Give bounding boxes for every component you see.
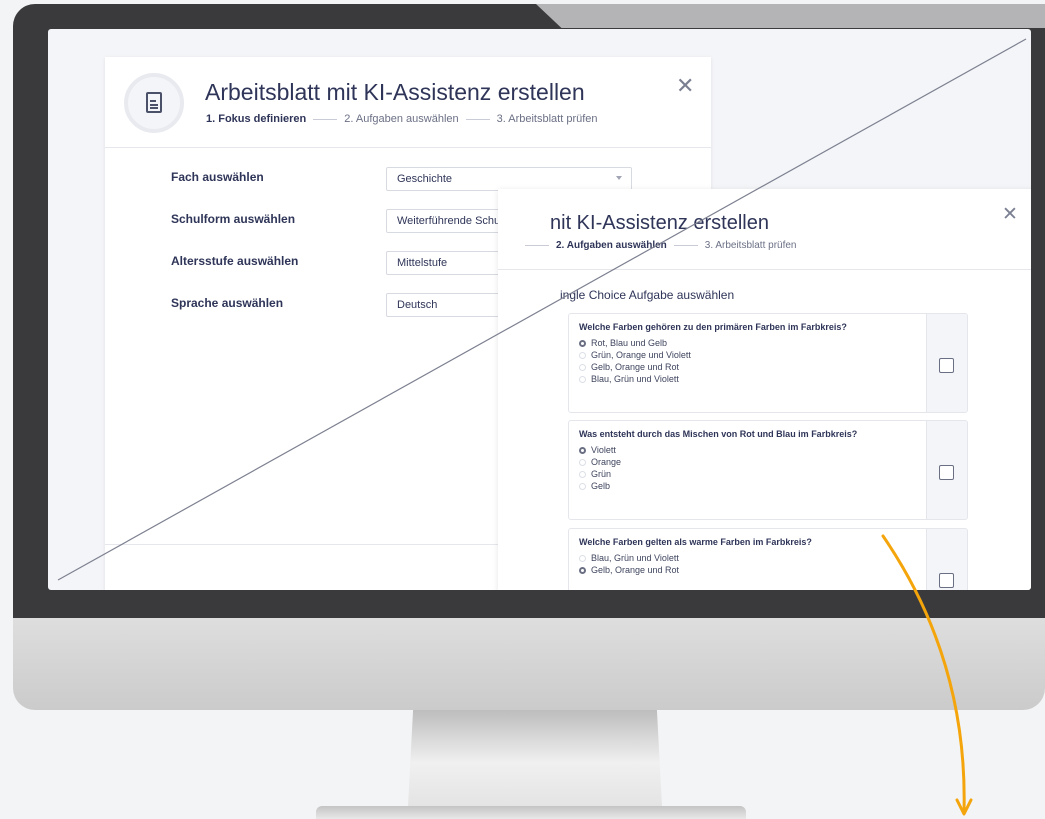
answer-option[interactable]: Rot, Blau und Gelb — [579, 338, 667, 348]
form-row-subject: Fach auswählen Geschichte — [171, 167, 641, 191]
select-value: Geschichte — [397, 173, 453, 185]
radio-icon — [579, 363, 586, 371]
step-3[interactable]: 3. Arbeitsblatt prüfen — [705, 240, 797, 251]
monitor-chin — [13, 618, 1045, 710]
answer-option[interactable]: Gelb — [579, 481, 610, 491]
option-label: Blau, Grün und Violett — [591, 553, 679, 563]
close-icon[interactable]: ✕ — [1002, 205, 1018, 224]
stepper: 2. Aufgaben auswählen 3. Arbeitsblatt pr… — [518, 240, 797, 251]
monitor-stand-neck — [408, 710, 662, 806]
option-label: Grün — [591, 469, 612, 479]
option-label: Blau, Grün und Violett — [591, 374, 679, 384]
radio-icon — [579, 458, 586, 466]
question-text: Welche Farben gehören zu den primären Fa… — [579, 322, 847, 332]
answer-option[interactable]: Grün, Orange und Violett — [579, 350, 691, 360]
section-title: ingle Choice Aufgabe auswählen — [560, 288, 735, 302]
question-select-area — [926, 421, 967, 519]
radio-icon — [579, 554, 586, 562]
question-card: Was entsteht durch das Mischen von Rot u… — [568, 420, 968, 520]
answer-option[interactable]: Grün — [579, 469, 611, 479]
option-label: Orange — [591, 457, 622, 467]
dialog-title: nit KI-Assistenz erstellen — [550, 212, 769, 234]
question-select-area — [926, 314, 967, 412]
dialog-header: nit KI-Assistenz erstellen 2. Aufgaben a… — [498, 189, 1031, 270]
option-label: Violett — [591, 445, 616, 455]
field-label: Schulform auswählen — [171, 212, 296, 226]
step-separator — [465, 118, 490, 120]
field-label: Altersstufe auswählen — [171, 254, 299, 268]
step-separator — [673, 245, 698, 246]
dialog-task-selection: nit KI-Assistenz erstellen 2. Aufgaben a… — [498, 189, 1031, 590]
dialog-header: Arbeitsblatt mit KI-Assistenz erstellen … — [105, 57, 711, 148]
document-icon-badge — [124, 73, 184, 133]
step-separator — [313, 118, 338, 120]
field-label: Fach auswählen — [171, 170, 264, 184]
question-checkbox[interactable] — [939, 573, 954, 588]
answer-option[interactable]: Gelb, Orange und Rot — [579, 362, 679, 372]
select-value: Weiterführende Schule — [397, 215, 509, 227]
step-separator — [525, 245, 549, 246]
step-1[interactable]: 1. Fokus definieren — [206, 113, 306, 125]
question-checkbox[interactable] — [939, 465, 954, 480]
question-text: Welche Farben gelten als warme Farben im… — [579, 537, 812, 547]
radio-selected-icon — [579, 446, 586, 454]
monitor-stand-base — [316, 806, 746, 819]
question-card: Welche Farben gehören zu den primären Fa… — [568, 313, 968, 413]
radio-icon — [579, 470, 586, 478]
chevron-down-icon — [616, 176, 622, 180]
question-card: Welche Farben gelten als warme Farben im… — [568, 528, 968, 590]
radio-selected-icon — [579, 339, 586, 347]
question-text: Was entsteht durch das Mischen von Rot u… — [579, 429, 858, 439]
radio-icon — [579, 351, 586, 359]
stepper: 1. Fokus definieren 2. Aufgaben auswähle… — [206, 113, 598, 125]
answer-option[interactable]: Violett — [579, 445, 616, 455]
monitor-gloss — [536, 4, 1045, 28]
option-label: Gelb, Orange und Rot — [591, 362, 680, 372]
monitor-screen: Arbeitsblatt mit KI-Assistenz erstellen … — [48, 29, 1031, 590]
answer-option[interactable]: Gelb, Orange und Rot — [579, 565, 679, 575]
step-3[interactable]: 3. Arbeitsblatt prüfen — [497, 113, 598, 125]
step-2[interactable]: 2. Aufgaben auswählen — [344, 113, 458, 125]
answer-option[interactable]: Blau, Grün und Violett — [579, 553, 679, 563]
field-label: Sprache auswählen — [171, 296, 284, 310]
option-label: Rot, Blau und Gelb — [591, 338, 668, 348]
subject-select[interactable]: Geschichte — [386, 167, 632, 191]
dialog-title: Arbeitsblatt mit KI-Assistenz erstellen — [205, 79, 585, 105]
question-checkbox[interactable] — [939, 358, 954, 373]
option-label: Gelb, Orange und Rot — [591, 565, 680, 575]
answer-option[interactable]: Orange — [579, 457, 621, 467]
select-value: Deutsch — [397, 299, 438, 311]
option-label: Gelb — [591, 481, 611, 491]
option-label: Grün, Orange und Violett — [591, 350, 691, 360]
radio-selected-icon — [579, 566, 586, 574]
radio-icon — [579, 482, 586, 490]
step-2[interactable]: 2. Aufgaben auswählen — [556, 240, 667, 251]
close-icon[interactable]: ✕ — [676, 75, 694, 97]
question-select-area — [926, 529, 967, 590]
answer-option[interactable]: Blau, Grün und Violett — [579, 374, 679, 384]
select-value: Mittelstufe — [397, 257, 448, 269]
radio-icon — [579, 375, 586, 383]
document-icon — [146, 92, 162, 113]
